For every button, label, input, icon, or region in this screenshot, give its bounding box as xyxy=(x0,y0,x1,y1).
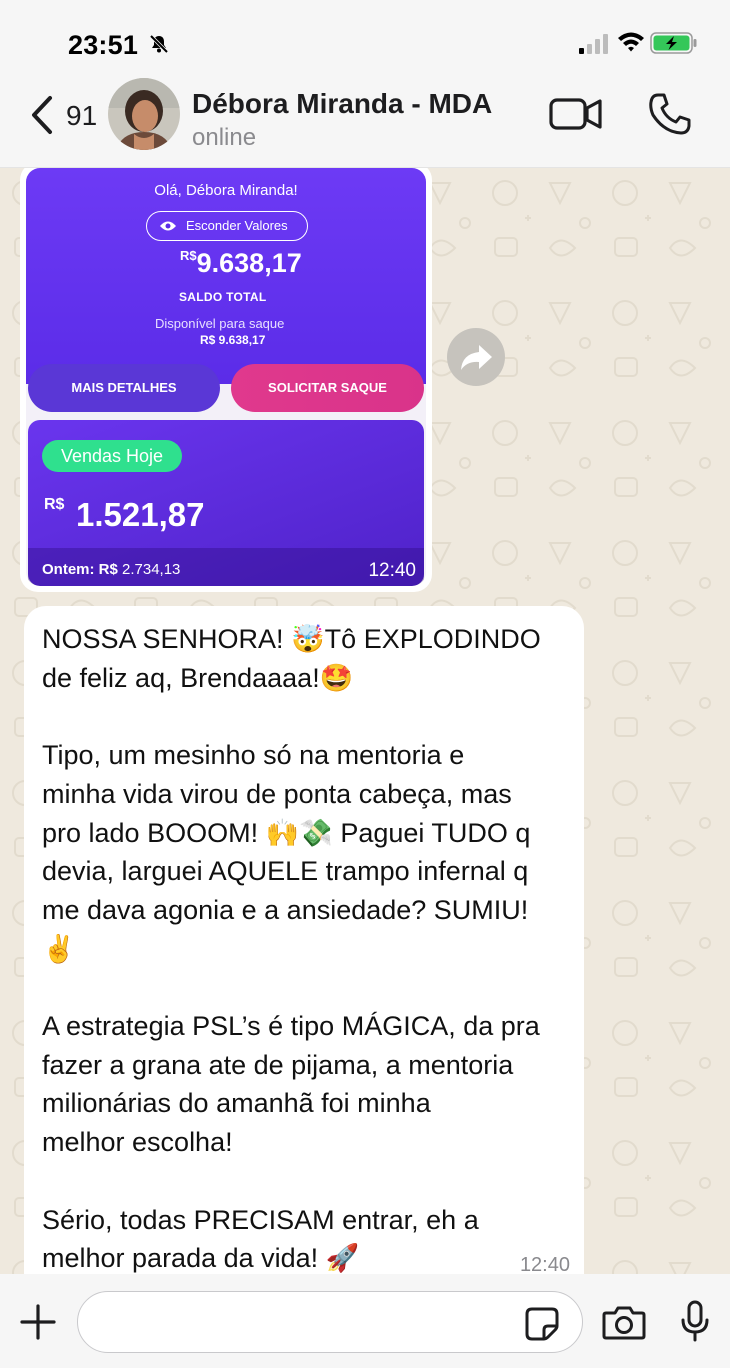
image-message-time: 12:40 xyxy=(368,560,416,581)
yesterday-value: 2.734,13 xyxy=(122,561,181,578)
forward-arrow-icon xyxy=(461,345,492,370)
saldo-total-label: SALDO TOTAL xyxy=(179,290,267,304)
hide-values-label: Esconder Valores xyxy=(186,218,288,233)
contact-status: online xyxy=(192,124,257,151)
eye-icon xyxy=(160,221,176,231)
contact-avatar[interactable] xyxy=(108,78,180,150)
balance-value: 9.638,17 xyxy=(196,248,302,278)
text-message[interactable]: NOSSA SENHORA! 🤯Tô EXPLODINDO de feliz a… xyxy=(24,606,584,1274)
plus-icon[interactable] xyxy=(20,1304,56,1340)
hide-values-pill: Esconder Valores xyxy=(146,211,308,241)
details-button-image: MAIS DETALHES xyxy=(28,364,220,412)
text-message-time: 12:40 xyxy=(519,1254,570,1274)
withdraw-button-image: SOLICITAR SAQUE xyxy=(231,364,424,412)
cellular-signal-icon xyxy=(579,34,608,54)
chat-header: 91 Débora Miranda - MDA online xyxy=(0,70,730,168)
balance-currency: R$ xyxy=(180,248,197,263)
bell-slash-icon xyxy=(149,34,169,54)
sales-currency: R$ xyxy=(44,496,65,513)
greeting-text: Olá, Débora Miranda! xyxy=(154,182,298,199)
sales-card: Vendas Hoje R$ 1.521,87 Ontem: R$ 2.734,… xyxy=(28,420,424,586)
back-chevron-icon[interactable] xyxy=(28,94,56,136)
image-message[interactable]: Olá, Débora Miranda! Esconder Valores R$… xyxy=(20,168,432,592)
phone-call-icon[interactable] xyxy=(648,92,692,136)
message-body: NOSSA SENHORA! 🤯Tô EXPLODINDO de feliz a… xyxy=(42,624,541,1274)
sales-today-badge: Vendas Hoje xyxy=(42,440,182,472)
unread-count[interactable]: 91 xyxy=(66,100,97,132)
message-input[interactable] xyxy=(98,1306,518,1338)
message-composer xyxy=(0,1274,730,1368)
contact-name[interactable]: Débora Miranda - MDA xyxy=(192,88,492,120)
microphone-icon[interactable] xyxy=(680,1300,710,1342)
sticker-icon[interactable] xyxy=(524,1306,560,1342)
available-label: Disponível para saque xyxy=(155,316,285,331)
camera-icon[interactable] xyxy=(602,1304,646,1340)
screenshot-image[interactable]: Olá, Débora Miranda! Esconder Valores R$… xyxy=(26,168,426,586)
message-input-wrapper[interactable] xyxy=(77,1291,583,1353)
yesterday-sales: Ontem: R$ 2.734,13 xyxy=(42,561,180,578)
battery-charging-icon xyxy=(650,32,697,54)
sales-footer: Ontem: R$ 2.734,13 xyxy=(28,548,424,586)
wifi-icon xyxy=(618,32,644,52)
balance-card: Olá, Débora Miranda! Esconder Valores R$… xyxy=(26,168,426,384)
forward-button[interactable] xyxy=(447,328,505,386)
available-value: R$ 9.638,17 xyxy=(200,333,266,347)
balance-amount: R$9.638,17 xyxy=(180,248,302,279)
chat-area[interactable]: Olá, Débora Miranda! Esconder Valores R$… xyxy=(0,168,730,1274)
yesterday-label: Ontem: R$ xyxy=(42,561,118,578)
video-call-icon[interactable] xyxy=(548,94,604,134)
status-time: 23:51 xyxy=(68,30,139,60)
sales-today-value: 1.521,87 xyxy=(76,496,205,533)
